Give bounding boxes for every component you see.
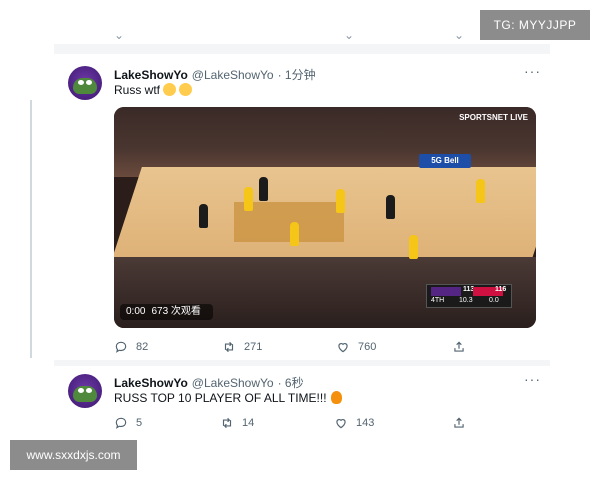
thread-line: [30, 100, 32, 358]
reply-count: 82: [136, 341, 149, 353]
tweet-actions: 5 14 143: [54, 416, 550, 432]
heart-icon[interactable]: ⌄: [344, 28, 354, 42]
crying-face-icon: [163, 83, 177, 96]
team-lakers-bar: [431, 287, 461, 296]
player: [259, 177, 268, 201]
fire-icon: [330, 391, 342, 404]
reply-icon: [115, 417, 127, 429]
retweet-count: 14: [242, 417, 255, 429]
page-margin: [0, 0, 54, 480]
like-button[interactable]: 760: [336, 340, 376, 354]
tweet-separator: [54, 44, 550, 54]
author-handle[interactable]: @LakeShowYo: [192, 376, 274, 390]
video-time: 0:00: [126, 306, 146, 317]
reply-icon: [115, 341, 127, 353]
avatar[interactable]: [68, 66, 102, 100]
player: [336, 189, 345, 213]
scorebug: 113 116 4TH 10.3 0.0: [426, 284, 512, 308]
video-player[interactable]: SPORTSNET LIVE 5G Bell 113 116 4TH 10.3 …: [114, 107, 536, 328]
video-views: 673 次观看: [151, 306, 201, 317]
shot-clock: 0.0: [489, 297, 499, 304]
like-count: 760: [358, 341, 377, 353]
author-name[interactable]: LakeShowYo: [114, 376, 188, 390]
like-count: 143: [356, 417, 375, 429]
tweet-text: Russ wtf: [114, 83, 193, 97]
tweet-time[interactable]: · 6秒: [278, 376, 304, 390]
game-clock: 10.3: [459, 297, 473, 304]
heart-icon: [336, 419, 346, 429]
avatar[interactable]: [68, 374, 102, 408]
author-line: LakeShowYo @LakeShowYo · 6秒: [114, 374, 304, 391]
player: [476, 179, 485, 203]
share-icon[interactable]: ⌄: [454, 28, 464, 42]
author-name[interactable]: LakeShowYo: [114, 68, 188, 82]
share-button[interactable]: [452, 416, 474, 430]
tweet-actions: 82 271 760: [54, 340, 550, 356]
retweet-icon: [222, 417, 232, 429]
like-button[interactable]: 143: [334, 416, 374, 430]
retweet-count: 271: [244, 341, 263, 353]
share-icon: [454, 341, 464, 352]
tweet-text-content: Russ wtf: [114, 83, 161, 97]
crying-face-icon: [179, 83, 193, 96]
quarter: 4TH: [431, 297, 445, 304]
broadcast-logo: SPORTSNET LIVE: [459, 113, 528, 122]
reply-icon[interactable]: ⌄: [114, 28, 124, 42]
player: [409, 235, 418, 259]
player: [290, 222, 299, 246]
tweet-time[interactable]: · 1分钟: [278, 68, 316, 82]
more-icon[interactable]: ···: [524, 371, 541, 387]
reply-count: 5: [136, 417, 143, 429]
previous-tweet-actions: ⌄ ⌄ ⌄: [54, 28, 550, 42]
author-line: LakeShowYo @LakeShowYo · 1分钟: [114, 66, 316, 83]
watermark-bottom: www.sxxdxjs.com: [10, 440, 137, 470]
reply-button[interactable]: 5: [114, 416, 142, 430]
more-icon[interactable]: ···: [524, 63, 541, 79]
sponsor-badge: 5G Bell: [419, 154, 471, 168]
tweet-text: RUSS TOP 10 PLAYER OF ALL TIME!!!: [114, 391, 342, 405]
player: [199, 204, 208, 228]
retweet-button[interactable]: 271: [222, 340, 262, 354]
player: [244, 187, 253, 211]
author-handle[interactable]: @LakeShowYo: [192, 68, 274, 82]
share-icon: [454, 417, 464, 428]
retweet-button[interactable]: 14: [220, 416, 254, 430]
video-view-count: 0:00 673 次观看: [120, 304, 213, 320]
player: [386, 195, 395, 219]
share-button[interactable]: [452, 340, 474, 354]
away-score: 116: [495, 286, 507, 293]
heart-icon: [338, 343, 348, 353]
reply-button[interactable]: 82: [114, 340, 148, 354]
tweet-text-content: RUSS TOP 10 PLAYER OF ALL TIME!!!: [114, 391, 327, 405]
retweet-icon: [224, 341, 234, 353]
watermark-top: TG: MYYJJPP: [480, 10, 590, 40]
